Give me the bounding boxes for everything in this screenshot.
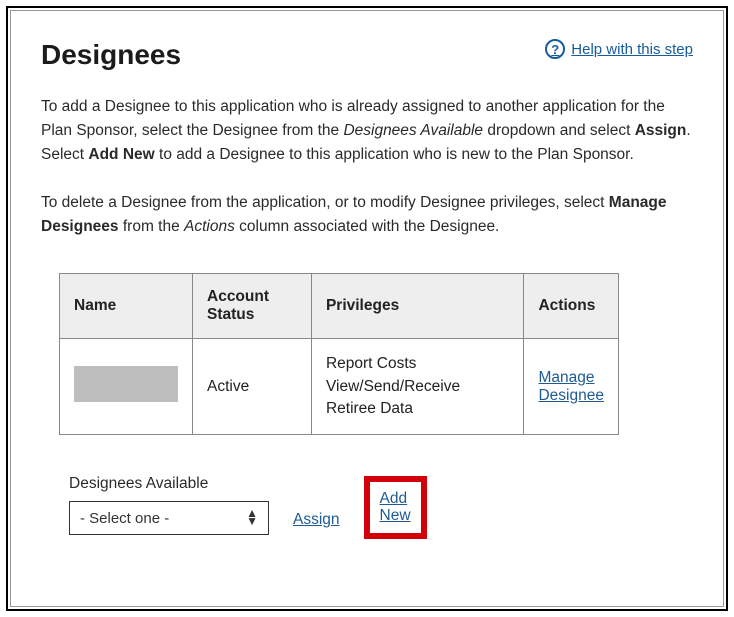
col-account-status: Account Status	[193, 274, 312, 339]
designees-table: Name Account Status Privileges Actions A…	[59, 273, 619, 435]
cell-actions: Manage Designee	[524, 339, 619, 435]
help-with-step-link[interactable]: ? Help with this step	[545, 39, 693, 59]
add-new-link[interactable]: Add New	[380, 490, 411, 526]
col-name: Name	[60, 274, 193, 339]
controls-row: Designees Available - Select one - ▲▼ As…	[69, 475, 693, 535]
assign-link[interactable]: Assign	[293, 511, 340, 529]
instruction-paragraph-1: To add a Designee to this application wh…	[41, 95, 693, 167]
select-value: - Select one -	[80, 510, 169, 527]
manage-designee-link[interactable]: Manage Designee	[538, 369, 604, 404]
help-link-label: Help with this step	[571, 41, 693, 58]
table-row: Active Report Costs View/Send/Receive Re…	[60, 339, 619, 435]
help-icon: ?	[545, 39, 565, 59]
redacted-name	[74, 366, 178, 402]
col-privileges: Privileges	[311, 274, 524, 339]
instruction-paragraph-2: To delete a Designee from the applicatio…	[41, 191, 693, 239]
col-actions: Actions	[524, 274, 619, 339]
cell-status: Active	[193, 339, 312, 435]
page-title: Designees	[41, 39, 181, 71]
cell-privileges: Report Costs View/Send/Receive Retiree D…	[311, 339, 524, 435]
add-new-highlight: Add New	[364, 476, 427, 540]
designees-available-label: Designees Available	[69, 475, 269, 493]
sort-arrows-icon: ▲▼	[246, 511, 258, 527]
cell-name	[60, 339, 193, 435]
table-header-row: Name Account Status Privileges Actions	[60, 274, 619, 339]
designees-available-select[interactable]: - Select one - ▲▼	[69, 501, 269, 535]
